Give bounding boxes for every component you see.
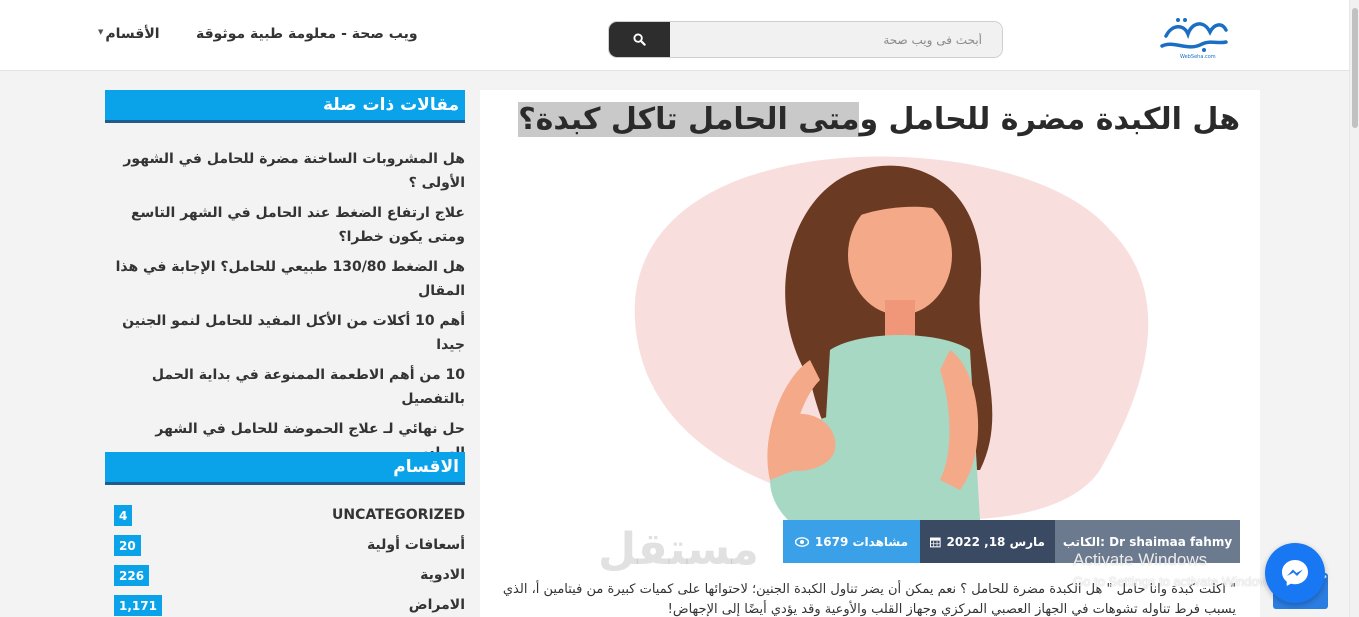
search-button[interactable]: [609, 22, 670, 57]
category-item[interactable]: الادوية 226: [105, 565, 465, 589]
related-article-link[interactable]: أهم 10 أكلات من الأكل المفيد للحامل لنمو…: [105, 309, 465, 357]
related-article-link[interactable]: علاج ارتفاع الضغط عند الحامل في الشهر ال…: [105, 201, 465, 249]
search-input[interactable]: [669, 22, 1002, 57]
windows-activation-notice: Activate Windows Go to Settings to activ…: [1073, 550, 1278, 589]
messenger-icon: [1282, 560, 1308, 586]
category-count-badge: 226: [114, 565, 150, 586]
related-article-link[interactable]: هل المشروبات الساخنة مضرة للحامل في الشه…: [105, 147, 465, 195]
category-count-badge: 4: [114, 505, 133, 526]
category-item[interactable]: الامراض 1,171: [105, 595, 465, 617]
category-count-badge: 20: [114, 535, 141, 556]
related-article-link[interactable]: 10 من أهم الاطعمة الممنوعة في بداية الحم…: [105, 363, 465, 411]
nav-site-title-link[interactable]: ويب صحة - معلومة طبية موثوقة: [196, 26, 418, 42]
scrollbar-thumb[interactable]: [1352, 8, 1358, 128]
category-name: UNCATEGORIZED: [332, 507, 465, 523]
search-icon: [633, 33, 646, 46]
related-articles-title: مقالات ذات صلة: [322, 95, 459, 115]
windows-activation-subtitle: Go to Settings to activate Windows.: [1073, 574, 1279, 589]
author-name: الكاتب: Dr shaimaa fahmy: [1062, 534, 1233, 549]
eye-icon: [794, 536, 809, 547]
messenger-chat-button[interactable]: [1265, 543, 1325, 603]
category-item[interactable]: UNCATEGORIZED 4: [105, 505, 465, 529]
windows-activation-title: Activate Windows: [1073, 550, 1208, 569]
calendar-icon: [930, 537, 941, 547]
category-name: الامراض: [408, 597, 465, 613]
article-title-selected-text: متى الحامل تاكل كبدة؟: [518, 102, 860, 137]
article-card: هل الكبدة مضرة للحامل ومتى الحامل تاكل ك…: [480, 90, 1260, 617]
site-header: WebSeha.com ويب صحة - معلومة طبية موثوقة…: [0, 0, 1359, 71]
watermark-logo: مستقل: [598, 524, 759, 575]
category-name: أسعافات أولية: [366, 537, 465, 553]
views-count: 1679 مشاهدات: [814, 534, 909, 549]
categories-heading: الاقسام: [105, 452, 465, 485]
publish-date: مارس 18, 2022: [946, 534, 1045, 549]
nav-sections-menu[interactable]: ▼ الأقسام: [98, 26, 160, 42]
date-badge: مارس 18, 2022: [920, 520, 1055, 563]
views-badge: 1679 مشاهدات: [783, 520, 920, 563]
article-hero-image: [620, 150, 1240, 550]
related-articles-list: هل المشروبات الساخنة مضرة للحامل في الشه…: [105, 147, 465, 471]
category-count-badge: 1,171: [114, 595, 162, 616]
categories-title: الاقسام: [393, 457, 459, 477]
article-title: هل الكبدة مضرة للحامل ومتى الحامل تاكل ك…: [518, 102, 1240, 137]
category-item[interactable]: أسعافات أولية 20: [105, 535, 465, 559]
search-box: [608, 21, 1003, 58]
site-logo[interactable]: WebSeha.com: [1158, 14, 1230, 60]
logo-subtext: WebSeha.com: [1180, 54, 1216, 60]
nav-sections-label: الأقسام: [105, 26, 160, 42]
page-scrollbar[interactable]: [1349, 0, 1359, 617]
article-title-text: هل الكبدة مضرة للحامل و: [859, 102, 1240, 137]
related-articles-heading: مقالات ذات صلة: [105, 90, 465, 123]
related-article-link[interactable]: هل الضغط 130/80 طبيعي للحامل؟ الإجابة في…: [105, 255, 465, 303]
category-name: الادوية: [420, 567, 465, 583]
caret-down-icon: ▼: [98, 28, 104, 36]
